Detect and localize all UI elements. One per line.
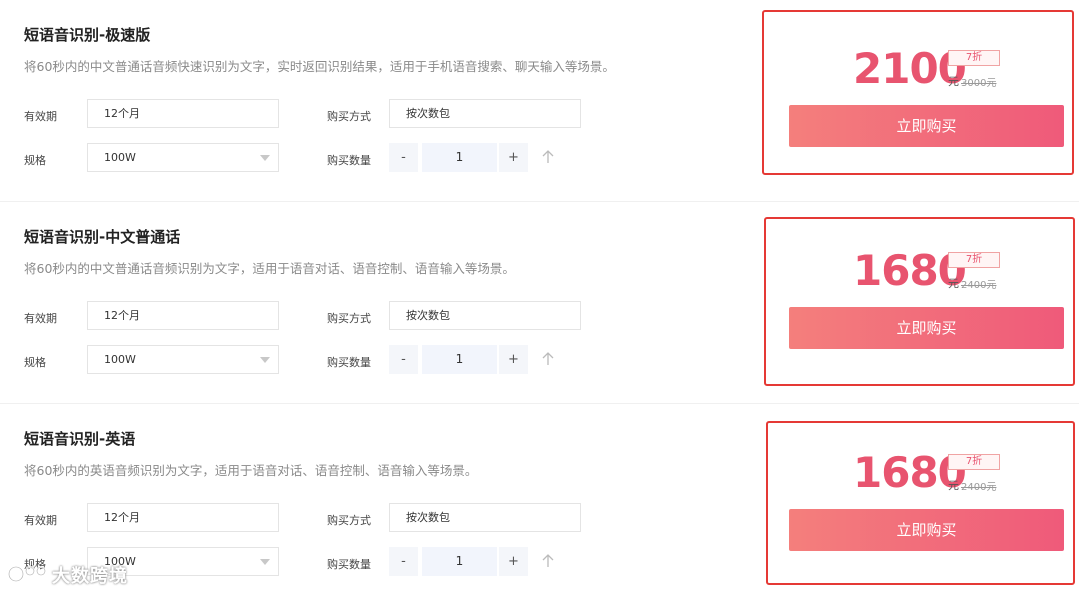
spec-label: 规格 (24, 356, 46, 369)
purchase-method-label: 购买方式 (327, 110, 371, 123)
price-highlight-box (766, 421, 1075, 585)
product-title: 短语音识别-中文普通话 (24, 228, 181, 246)
purchase-method-label: 购买方式 (327, 514, 371, 527)
spec-label: 规格 (24, 154, 46, 167)
product-card-1: 短语音识别-极速版 将60秒内的中文普通话音频快速识别为文字，实时返回识别结果，… (0, 0, 1079, 202)
quantity-increment-button[interactable]: + (499, 345, 528, 374)
spec-select[interactable]: 100W (87, 143, 279, 172)
validity-label: 有效期 (24, 514, 57, 527)
product-description: 将60秒内的中文普通话音频识别为文字，适用于语音对话、语音控制、语音输入等场景。 (24, 261, 515, 276)
purchase-method-field[interactable]: 按次数包 (389, 99, 581, 128)
validity-field[interactable]: 12个月 (87, 99, 279, 128)
arrow-up-icon[interactable] (540, 149, 556, 165)
quantity-label: 购买数量 (327, 558, 371, 571)
quantity-increment-button[interactable]: + (499, 143, 528, 172)
validity-field[interactable]: 12个月 (87, 503, 279, 532)
quantity-decrement-button[interactable]: - (389, 143, 418, 172)
currency-label: 元 (948, 479, 959, 492)
quantity-label: 购买数量 (327, 356, 371, 369)
chevron-down-icon (260, 155, 270, 161)
product-title: 短语音识别-英语 (24, 430, 136, 448)
watermark-logo-icon (8, 566, 46, 582)
quantity-decrement-button[interactable]: - (389, 345, 418, 374)
spec-select[interactable]: 100W (87, 345, 279, 374)
validity-label: 有效期 (24, 110, 57, 123)
quantity-input[interactable]: 1 (422, 345, 497, 374)
spec-select-value: 100W (104, 353, 136, 366)
product-description: 将60秒内的中文普通话音频快速识别为文字，实时返回识别结果，适用于手机语音搜索、… (24, 59, 615, 74)
discount-badge: 7折 (948, 252, 1000, 268)
quantity-label: 购买数量 (327, 154, 371, 167)
purchase-method-field[interactable]: 按次数包 (389, 503, 581, 532)
product-description: 将60秒内的英语音频识别为文字，适用于语音对话、语音控制、语音输入等场景。 (24, 463, 478, 478)
quantity-decrement-button[interactable]: - (389, 547, 418, 576)
arrow-up-icon[interactable] (540, 553, 556, 569)
quantity-input[interactable]: 1 (422, 547, 497, 576)
original-price: 3000元 (961, 78, 997, 89)
chevron-down-icon (260, 357, 270, 363)
chevron-down-icon (260, 559, 270, 565)
buy-now-button[interactable]: 立即购买 (789, 105, 1064, 147)
purchase-method-field[interactable]: 按次数包 (389, 301, 581, 330)
discount-badge: 7折 (948, 454, 1000, 470)
discount-badge: 7折 (948, 50, 1000, 66)
spec-select-value: 100W (104, 151, 136, 164)
purchase-method-label: 购买方式 (327, 312, 371, 325)
original-price: 2400元 (961, 482, 997, 493)
product-title: 短语音识别-极速版 (24, 26, 151, 44)
buy-now-button[interactable]: 立即购买 (789, 509, 1064, 551)
validity-label: 有效期 (24, 312, 57, 325)
original-price: 2400元 (961, 280, 997, 291)
product-card-3: 短语音识别-英语 将60秒内的英语音频识别为文字，适用于语音对话、语音控制、语音… (0, 404, 1079, 595)
watermark-text: 大数跨境 (52, 566, 128, 587)
product-card-2: 短语音识别-中文普通话 将60秒内的中文普通话音频识别为文字，适用于语音对话、语… (0, 202, 1079, 404)
validity-field[interactable]: 12个月 (87, 301, 279, 330)
quantity-input[interactable]: 1 (422, 143, 497, 172)
arrow-up-icon[interactable] (540, 351, 556, 367)
currency-label: 元 (948, 277, 959, 290)
quantity-increment-button[interactable]: + (499, 547, 528, 576)
currency-label: 元 (948, 75, 959, 88)
price-highlight-box (764, 217, 1075, 386)
buy-now-button[interactable]: 立即购买 (789, 307, 1064, 349)
